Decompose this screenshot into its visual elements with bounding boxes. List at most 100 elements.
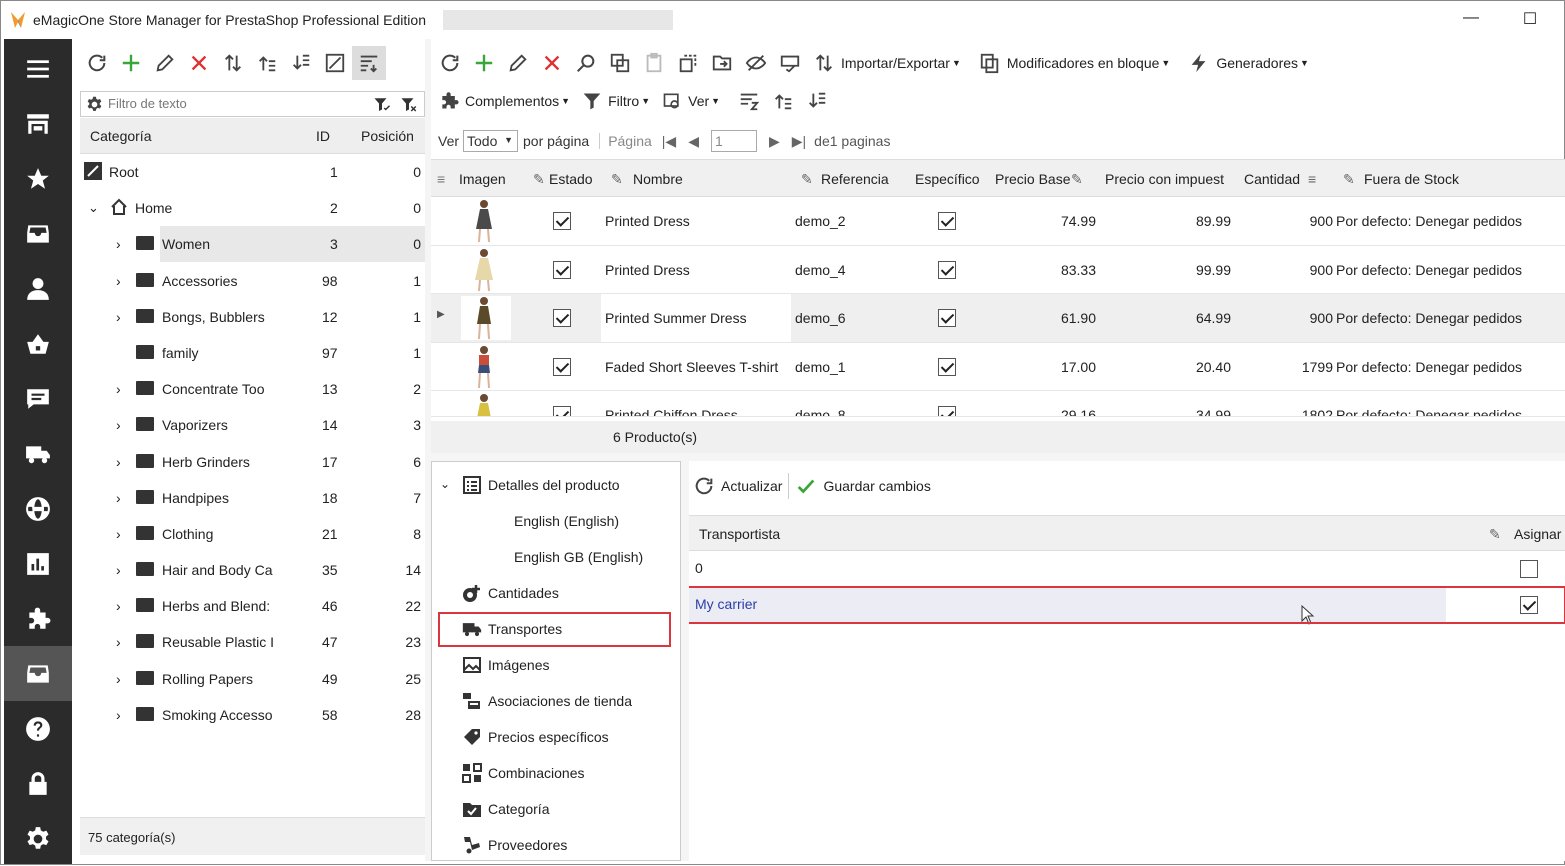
status-checkbox[interactable]: [553, 260, 571, 279]
category-row[interactable]: › Reusable Plastic I 47 23: [80, 624, 425, 660]
store-icon[interactable]: [4, 96, 72, 151]
chevron-right-icon[interactable]: ›: [116, 273, 121, 289]
specific-checkbox[interactable]: [938, 212, 956, 230]
globe-icon[interactable]: [4, 481, 72, 536]
chevron-right-icon[interactable]: ›: [116, 598, 121, 614]
col-out-of-stock[interactable]: Fuera de Stock: [1364, 171, 1459, 187]
category-row[interactable]: › Handpipes 18 7: [80, 480, 425, 516]
paste-icon[interactable]: [637, 46, 671, 80]
chat-icon[interactable]: [4, 371, 72, 426]
product-row[interactable]: Printed Dress demo_2 74.99 89.99 900 Por…: [431, 197, 1565, 246]
page-input[interactable]: 1: [710, 130, 757, 152]
edit-icon[interactable]: [148, 46, 182, 80]
last-page-icon[interactable]: ▶|: [792, 133, 806, 150]
dropdown-arrow-icon[interactable]: ▼: [561, 96, 570, 106]
tree-item-store-assoc[interactable]: Asociaciones de tienda: [432, 686, 680, 716]
addons-button[interactable]: Complementos: [465, 93, 559, 109]
tree-item-details[interactable]: ⌄ Detalles del producto: [432, 470, 680, 500]
dropdown-arrow-icon[interactable]: ▼: [641, 96, 650, 106]
search-icon[interactable]: [569, 46, 603, 80]
lock-icon[interactable]: [4, 756, 72, 811]
category-row[interactable]: › Smoking Accesso 58 28: [80, 697, 425, 733]
category-row[interactable]: › Rolling Papers 49 25: [80, 661, 425, 697]
gear-icon[interactable]: [4, 811, 72, 866]
menu-icon[interactable]: [4, 41, 72, 96]
minimize-button[interactable]: —: [1457, 9, 1485, 31]
col-quantity[interactable]: Cantidad: [1244, 171, 1300, 187]
col-carrier[interactable]: Transportista: [699, 526, 780, 542]
chevron-right-icon[interactable]: ›: [116, 381, 121, 397]
chevron-right-icon[interactable]: ›: [116, 671, 121, 687]
maximize-button[interactable]: ☐: [1516, 9, 1544, 31]
chevron-right-icon[interactable]: ›: [116, 562, 121, 578]
chart-icon[interactable]: [4, 536, 72, 591]
refresh-icon[interactable]: [433, 46, 467, 80]
col-assign[interactable]: Asignar: [1514, 526, 1561, 542]
refresh-button[interactable]: Actualizar: [721, 478, 782, 494]
inbox-icon[interactable]: [4, 646, 72, 701]
col-category[interactable]: Categoría: [90, 128, 151, 144]
product-row[interactable]: Printed Dress demo_4 83.33 99.99 900 Por…: [431, 246, 1565, 295]
import-export-button[interactable]: Importar/Exportar: [841, 55, 950, 71]
product-row[interactable]: Printed Chiffon Dress demo_8 29.16 34.99…: [431, 391, 1565, 418]
tree-item-images[interactable]: Imágenes: [432, 650, 680, 680]
col-price-tax[interactable]: Precio con impuest: [1105, 171, 1229, 187]
delete-icon[interactable]: [535, 46, 569, 80]
status-checkbox[interactable]: [553, 406, 571, 417]
chevron-down-icon[interactable]: ⌄: [88, 200, 99, 216]
sort-az-icon[interactable]: [732, 84, 766, 118]
bulk-modifiers-button[interactable]: Modificadores en bloque: [1007, 55, 1160, 71]
tree-item-lang-en[interactable]: English (English): [432, 506, 680, 536]
move-up-icon[interactable]: [250, 46, 284, 80]
category-row[interactable]: › Vaporizers 14 3: [80, 407, 425, 443]
category-row[interactable]: › Bongs, Bubblers 12 1: [80, 299, 425, 335]
view-options-icon[interactable]: [352, 46, 386, 80]
tree-item-category[interactable]: Categoría: [432, 794, 680, 824]
col-name[interactable]: Nombre: [633, 171, 683, 187]
tree-item-specific-prices[interactable]: Precios específicos: [432, 722, 680, 752]
category-row[interactable]: › Herbs and Blend: 46 22: [80, 588, 425, 624]
category-row-women[interactable]: › Women 3 0: [80, 226, 425, 263]
col-id[interactable]: ID: [316, 128, 330, 144]
move-folder-icon[interactable]: [705, 46, 739, 80]
chevron-right-icon[interactable]: ›: [116, 707, 121, 723]
apply-filter-icon[interactable]: [372, 96, 392, 114]
row-menu-icon[interactable]: ≡: [437, 171, 445, 187]
specific-checkbox[interactable]: [938, 357, 956, 376]
view-icon[interactable]: [662, 91, 682, 111]
image-edit-icon[interactable]: [318, 46, 352, 80]
col-image[interactable]: Imagen: [459, 171, 506, 187]
col-status[interactable]: Estado: [549, 171, 593, 187]
category-row[interactable]: family 97 1: [80, 335, 425, 371]
status-checkbox[interactable]: [553, 212, 571, 230]
category-row[interactable]: › Herb Grinders 17 6: [80, 444, 425, 480]
page-size-select[interactable]: Todo ▼: [463, 130, 519, 152]
move-up-icon[interactable]: [766, 84, 800, 118]
category-row-home[interactable]: ⌄ Home 2 0: [80, 190, 425, 226]
tree-item-suppliers[interactable]: Proveedores: [432, 830, 680, 860]
chevron-right-icon[interactable]: ›: [116, 236, 121, 252]
dropdown-arrow-icon[interactable]: ▼: [504, 135, 513, 145]
category-row[interactable]: › Clothing 21 8: [80, 516, 425, 552]
chevron-right-icon[interactable]: ›: [116, 309, 121, 325]
addons-icon[interactable]: [439, 91, 459, 111]
chevron-right-icon[interactable]: ›: [116, 526, 121, 542]
carrier-row[interactable]: 0: [689, 551, 1565, 587]
specific-checkbox[interactable]: [938, 406, 956, 417]
hide-icon[interactable]: [739, 46, 773, 80]
chevron-right-icon[interactable]: ›: [116, 417, 121, 433]
sort-icon[interactable]: ≡: [1308, 171, 1316, 187]
tree-item-lang-gb[interactable]: English GB (English): [432, 542, 680, 572]
next-page-icon[interactable]: ▶: [769, 133, 780, 150]
category-row[interactable]: › Accessories 98 1: [80, 263, 425, 299]
dropdown-arrow-icon[interactable]: ▼: [952, 58, 961, 68]
import-export-icon[interactable]: [807, 46, 841, 80]
basket-icon[interactable]: [4, 316, 72, 371]
user-icon[interactable]: [4, 261, 72, 316]
refresh-icon[interactable]: [80, 46, 114, 80]
category-row-root[interactable]: Root 1 0: [80, 154, 425, 190]
refresh-icon[interactable]: [693, 475, 715, 497]
chevron-right-icon[interactable]: ›: [116, 634, 121, 650]
dropdown-arrow-icon[interactable]: ▼: [711, 96, 720, 106]
chevron-down-icon[interactable]: ⌄: [440, 477, 450, 491]
